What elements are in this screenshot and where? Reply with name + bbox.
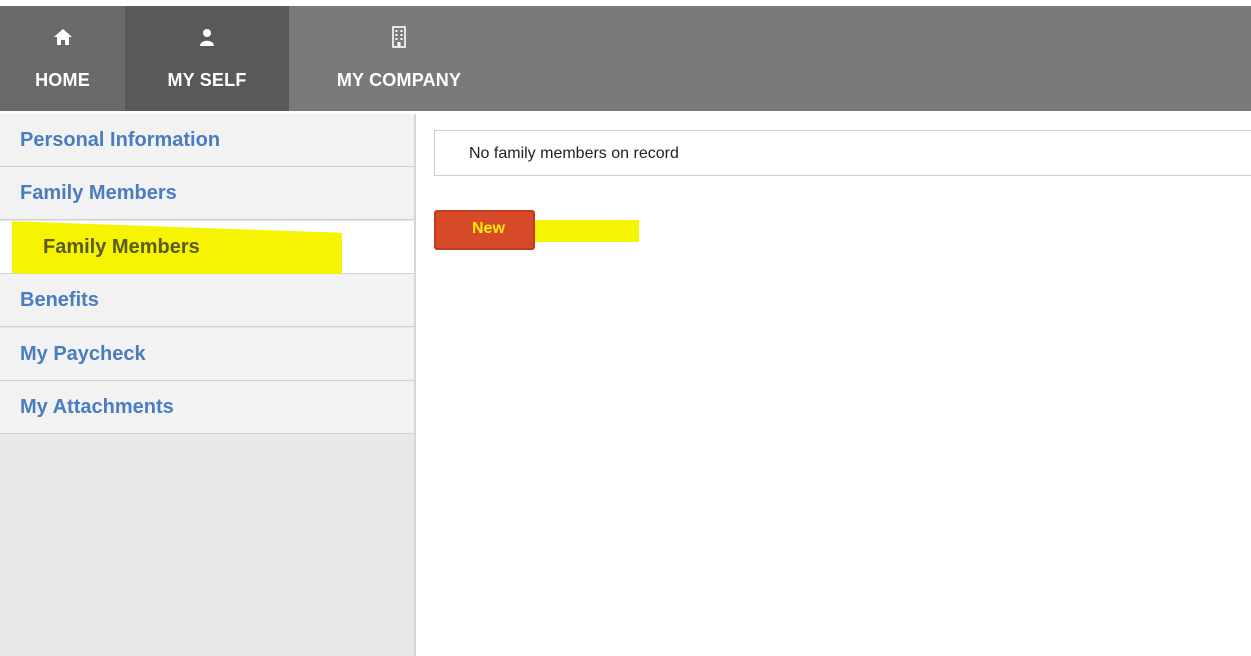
empty-records-message: No family members on record [469, 145, 679, 162]
building-icon [392, 26, 406, 48]
sidebar-item-benefits[interactable]: Benefits [0, 274, 414, 327]
tab-myself[interactable]: MY SELF [125, 6, 289, 111]
tab-my-company[interactable]: MY COMPANY [289, 6, 509, 111]
tab-my-company-label: MY COMPANY [336, 70, 462, 90]
user-icon [200, 29, 214, 46]
tab-myself-label: MY SELF [167, 70, 247, 90]
sidebar: Personal Information Family Members Fami… [0, 114, 416, 656]
tab-home[interactable]: HOME [0, 6, 125, 111]
tab-home-label: HOME [35, 70, 90, 90]
sidebar-item-my-attachments[interactable]: My Attachments [0, 381, 414, 434]
sidebar-subitem-family-members[interactable]: Family Members [0, 221, 414, 285]
sidebar-subitem-label: Family Members [43, 236, 200, 258]
family-members-record-box: No family members on record [434, 130, 1251, 176]
top-navigation-bar: HOME MY SELF MY COMPANY [0, 0, 1251, 111]
sidebar-item-family-members[interactable]: Family Members [0, 167, 414, 220]
home-icon [53, 29, 72, 45]
sidebar-item-personal-information[interactable]: Personal Information [0, 114, 414, 167]
new-button[interactable]: New [434, 210, 535, 250]
sidebar-item-my-paycheck[interactable]: My Paycheck [0, 328, 414, 381]
